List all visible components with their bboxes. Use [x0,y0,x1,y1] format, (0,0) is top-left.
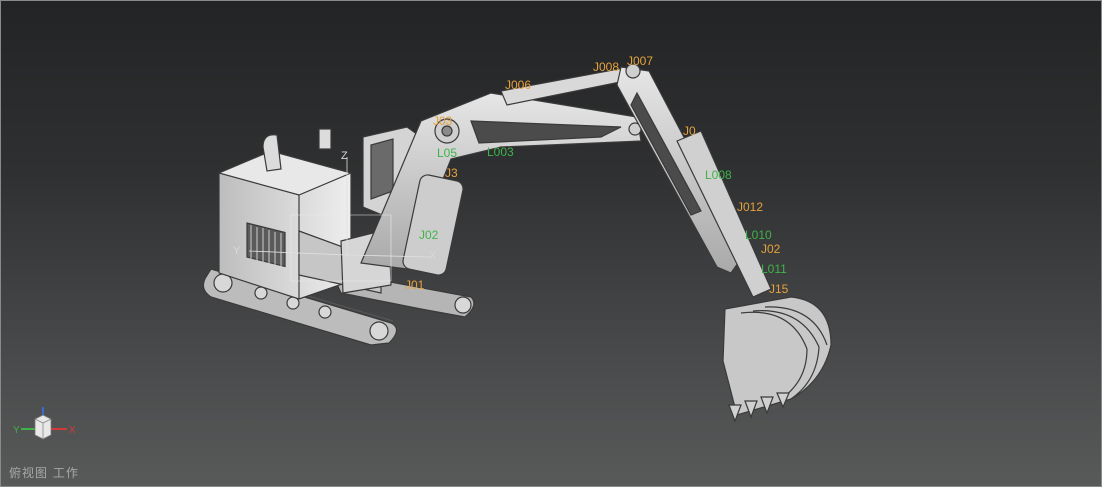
excavator-model-view[interactable]: Z Y X J007 J008 J006 J0 J012 J02 J03 J3 … [1,1,1102,487]
view-status-bar: 俯视图 工作 [9,464,79,481]
joint-label-j0[interactable]: J0 [683,124,696,138]
model-axis-y: Y [233,245,241,257]
link-label-l010[interactable]: L010 [745,228,772,242]
joint-label-j007[interactable]: J007 [627,54,653,68]
boom[interactable] [360,66,642,277]
joint-label-boom-pin[interactable]: J03 [433,114,453,128]
joint-label-bucket[interactable]: J15 [769,282,789,296]
3d-viewport[interactable]: Z Y X J007 J008 J006 J0 J012 J02 J03 J3 … [0,0,1102,487]
view-name: 俯视图 [9,466,49,480]
link-label-l011[interactable]: L011 [761,262,787,276]
joint-label-boom-cyl[interactable]: J3 [445,166,458,180]
joint-label-j13[interactable]: J02 [761,242,781,256]
view-triad[interactable]: Y X [13,405,83,451]
joint-label-base[interactable]: J01 [405,278,425,292]
view-mode: 工作 [52,466,79,480]
triad-x-label: X [69,425,76,436]
joint-label-j012[interactable]: J012 [737,200,763,214]
link-label-j02[interactable]: J02 [419,228,439,242]
model-axis-x: X [429,250,437,262]
joint-label-j006[interactable]: J006 [505,78,531,92]
bucket[interactable] [722,296,832,423]
arm[interactable] [616,63,772,298]
model-axis-z: Z [341,150,348,162]
link-label-l008[interactable]: L008 [705,168,732,182]
link-label-l05[interactable]: L05 [437,146,457,160]
triad-y-label: Y [13,425,20,436]
link-label-l003[interactable]: L003 [487,145,514,159]
joint-label-j008[interactable]: J008 [593,60,619,74]
